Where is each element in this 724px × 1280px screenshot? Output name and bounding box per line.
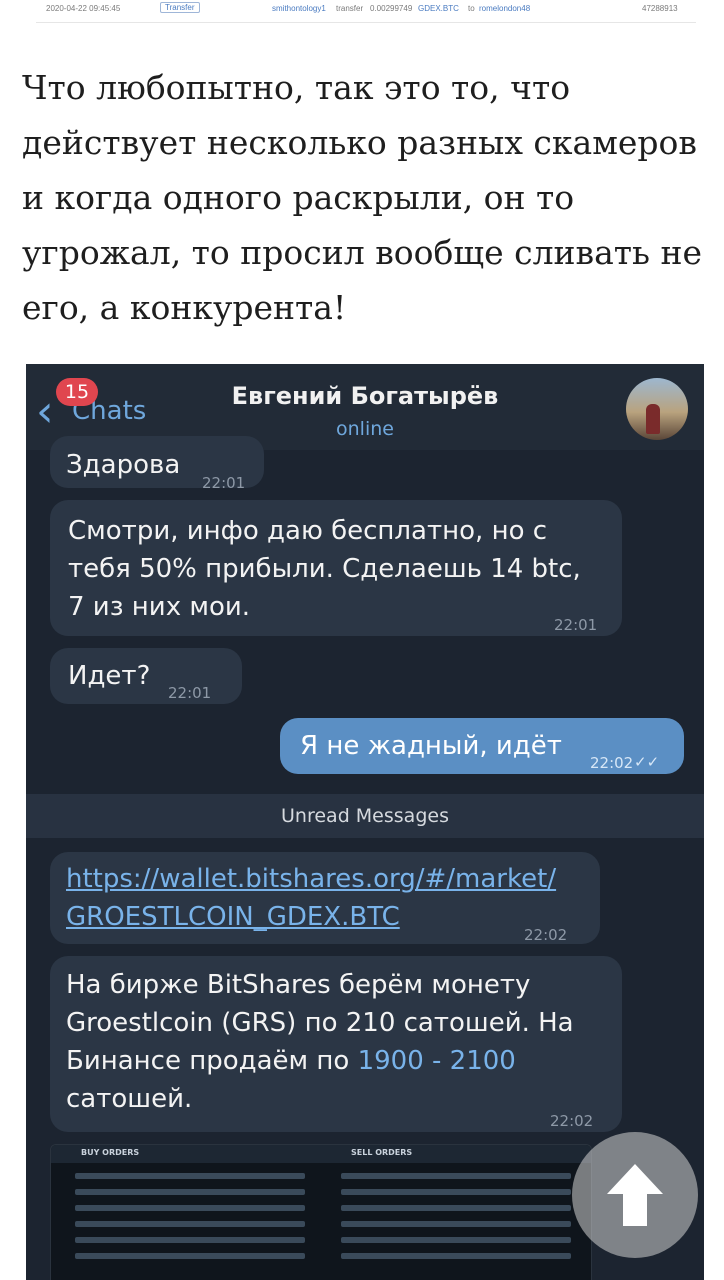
message-text-part: Бинансе продаём по — [66, 1046, 358, 1076]
order-book-row — [341, 1237, 571, 1243]
message-link[interactable]: GROESTLCOIN_GDEX.BTC — [66, 898, 556, 936]
tx-asset-link[interactable]: GDEX.BTC — [418, 4, 459, 13]
tx-amount: 0.00299749 — [370, 4, 413, 13]
order-book-row — [341, 1205, 571, 1211]
tx-type-badge[interactable]: Transfer — [160, 2, 200, 13]
order-book-row — [341, 1173, 571, 1179]
message-bubble-incoming: На бирже BitShares берём монету Groestlc… — [50, 956, 622, 1132]
message-time: 22:01 — [202, 474, 246, 492]
tx-from-link[interactable]: smithontology1 — [272, 4, 326, 13]
order-book-row — [75, 1253, 305, 1259]
message-text-line: Groestlcoin (GRS) по 210 сатошей. На — [66, 1008, 574, 1038]
message-text-line: На бирже BitShares берём монету — [66, 970, 531, 1000]
order-book-row — [75, 1205, 305, 1211]
order-book-row — [75, 1189, 305, 1195]
tx-to-word: to — [468, 4, 475, 13]
sell-orders-label: SELL ORDERS — [351, 1148, 413, 1157]
unread-messages-divider: Unread Messages — [26, 794, 704, 838]
transaction-row: 2020-04-22 09:45:45 Transfer smithontolo… — [36, 0, 696, 23]
message-link[interactable]: https://wallet.bitshares.org/#/market/ — [66, 860, 556, 898]
contact-name[interactable]: Евгений Богатырёв — [26, 382, 704, 410]
order-book-row — [75, 1221, 305, 1227]
message-text-line: Бинансе продаём по 1900 - 2100 — [66, 1042, 574, 1080]
tx-to-link[interactable]: romelondon48 — [479, 4, 530, 13]
order-book-image: BUY ORDERS SELL ORDERS — [50, 1144, 592, 1280]
order-book-row — [341, 1189, 571, 1195]
message-time: 22:01 — [168, 684, 212, 702]
message-text-line: 7 из них мои. — [68, 592, 251, 622]
message-time: 22:02 — [590, 754, 634, 772]
message-bubble-incoming: Смотри, инфо даю бесплатно, но с тебя 50… — [50, 500, 622, 636]
message-time: 22:02 — [524, 926, 568, 944]
tx-id: 47288913 — [642, 4, 678, 13]
message-text: Я не жадный, идёт — [300, 731, 562, 761]
scroll-to-top-button[interactable] — [572, 1132, 698, 1258]
buy-orders-label: BUY ORDERS — [81, 1148, 140, 1157]
article-paragraph: Что любопытно, так это то, что действует… — [22, 68, 703, 327]
message-bubble-incoming: Идет? 22:01 — [50, 648, 242, 704]
message-text-line: тебя 50% прибыли. Сделаешь 14 btc, — [68, 554, 581, 584]
tx-datetime: 2020-04-22 09:45:45 — [46, 4, 121, 13]
message-time: 22:01 — [554, 616, 598, 634]
order-book-row — [75, 1237, 305, 1243]
message-text-line: сатошей. — [66, 1084, 193, 1114]
price-range-highlight: 1900 - 2100 — [357, 1046, 516, 1076]
message-time: 22:02 — [550, 1112, 594, 1130]
order-book-row — [341, 1221, 571, 1227]
order-book-header: BUY ORDERS SELL ORDERS — [51, 1145, 591, 1163]
message-bubble-incoming: Здарова 22:01 — [50, 436, 264, 492]
message-bubble-outgoing: Я не жадный, идёт 22:02 ✓✓ — [280, 718, 684, 774]
message-bubble-incoming: https://wallet.bitshares.org/#/market/ G… — [50, 852, 600, 944]
arrow-up-icon — [607, 1164, 663, 1226]
avatar[interactable] — [626, 378, 688, 440]
double-check-icon: ✓✓ — [634, 753, 660, 771]
order-book-row — [75, 1173, 305, 1179]
message-text: Здарова — [66, 450, 181, 480]
tx-action: transfer — [336, 4, 364, 13]
message-text-line: Смотри, инфо даю бесплатно, но с — [68, 516, 548, 546]
order-book-row — [341, 1253, 571, 1259]
message-text: Идет? — [68, 661, 151, 691]
